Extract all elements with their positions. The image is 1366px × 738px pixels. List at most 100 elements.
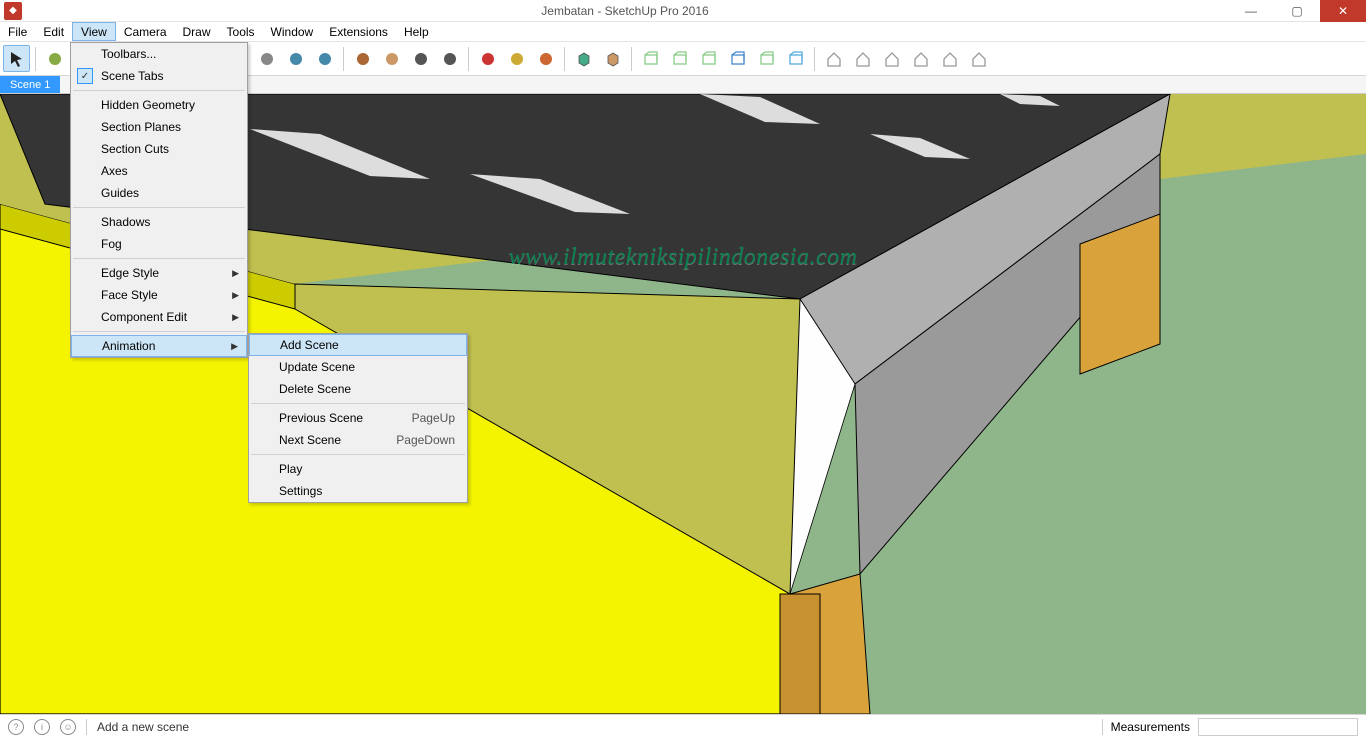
close-button[interactable]: ✕	[1320, 0, 1366, 22]
tool-house-1[interactable]	[820, 45, 847, 72]
toolbar-separator	[35, 47, 36, 71]
tool-zoom-extents[interactable]	[436, 45, 463, 72]
tool-warehouse-2[interactable]	[503, 45, 530, 72]
tool-text[interactable]	[282, 45, 309, 72]
status-separator	[86, 719, 87, 735]
view-menu-fog[interactable]: Fog	[71, 233, 247, 255]
view-menu-edge-style[interactable]: Edge Style▶	[71, 262, 247, 284]
view-menu-toolbars-[interactable]: Toolbars...	[71, 43, 247, 65]
app-icon: ◆	[4, 2, 22, 20]
submenu-arrow-icon: ▶	[232, 268, 239, 279]
dimension-icon	[316, 50, 334, 68]
tool-zoom[interactable]	[407, 45, 434, 72]
warehouse-2-icon	[508, 50, 526, 68]
animation-menu-previous-scene[interactable]: Previous ScenePageUp	[249, 407, 467, 429]
menu-extensions[interactable]: Extensions	[321, 22, 396, 41]
view-menu-hidden-geometry[interactable]: Hidden Geometry	[71, 94, 247, 116]
animation-menu-delete-scene[interactable]: Delete Scene	[249, 378, 467, 400]
animation-menu-next-scene[interactable]: Next ScenePageDown	[249, 429, 467, 451]
tool-offset[interactable]	[378, 45, 405, 72]
tool-dimension[interactable]	[311, 45, 338, 72]
animation-menu-play[interactable]: Play	[249, 458, 467, 480]
tool-protractor[interactable]	[253, 45, 280, 72]
tool-house-2[interactable]	[849, 45, 876, 72]
tool-house-3[interactable]	[878, 45, 905, 72]
view-menu-scene-tabs[interactable]: Scene Tabs✓	[71, 65, 247, 87]
menu-edit[interactable]: Edit	[35, 22, 72, 41]
menu-item-label: Play	[279, 462, 302, 476]
menu-separator	[251, 454, 465, 455]
menu-tools[interactable]: Tools	[219, 22, 263, 41]
tool-warehouse-1[interactable]	[474, 45, 501, 72]
view-menu-animation[interactable]: Animation▶	[71, 335, 247, 357]
window-title: Jembatan - SketchUp Pro 2016	[22, 4, 1228, 18]
house-1-icon	[825, 50, 843, 68]
house-3-icon	[883, 50, 901, 68]
menu-window[interactable]: Window	[263, 22, 322, 41]
credits-icon[interactable]: i	[34, 719, 50, 735]
tool-view-back[interactable]	[753, 45, 780, 72]
statusbar: ? i ☺ Add a new scene Measurements	[0, 714, 1366, 738]
menu-shortcut: PageUp	[412, 411, 455, 425]
tool-select[interactable]	[3, 45, 30, 72]
view-menu-shadows[interactable]: Shadows	[71, 211, 247, 233]
tool-view-left[interactable]	[782, 45, 809, 72]
status-hint: Add a new scene	[97, 720, 189, 734]
menu-help[interactable]: Help	[396, 22, 437, 41]
measurements-input[interactable]	[1198, 718, 1358, 736]
submenu-arrow-icon: ▶	[232, 312, 239, 323]
submenu-arrow-icon: ▶	[232, 290, 239, 301]
submenu-arrow-icon: ▶	[231, 341, 238, 352]
geo-icon[interactable]: ?	[8, 719, 24, 735]
face-style-2-icon	[604, 50, 622, 68]
view-left-icon	[787, 50, 805, 68]
warehouse-1-icon	[479, 50, 497, 68]
menu-draw[interactable]: Draw	[175, 22, 219, 41]
text-icon	[287, 50, 305, 68]
tool-house-6[interactable]	[965, 45, 992, 72]
view-menu-section-cuts[interactable]: Section Cuts	[71, 138, 247, 160]
protractor-icon	[258, 50, 276, 68]
minimize-button[interactable]: —	[1228, 0, 1274, 22]
view-menu-face-style[interactable]: Face Style▶	[71, 284, 247, 306]
menu-item-label: Update Scene	[279, 360, 355, 374]
animation-submenu: Add Scene Update Scene Delete Scene Previou…	[248, 333, 468, 503]
house-6-icon	[970, 50, 988, 68]
menu-separator	[73, 207, 245, 208]
menu-separator	[73, 258, 245, 259]
animation-menu-settings[interactable]: Settings	[249, 480, 467, 502]
maximize-button[interactable]: ▢	[1274, 0, 1320, 22]
zoom-icon	[412, 50, 430, 68]
view-menu-guides[interactable]: Guides	[71, 182, 247, 204]
tool-view-iso[interactable]	[637, 45, 664, 72]
tool-view-front[interactable]	[695, 45, 722, 72]
tool-push-pull[interactable]	[349, 45, 376, 72]
tool-view-top[interactable]	[666, 45, 693, 72]
scene-tab-1[interactable]: Scene 1	[0, 76, 60, 93]
menu-file[interactable]: File	[0, 22, 35, 41]
titlebar: ◆ Jembatan - SketchUp Pro 2016 — ▢ ✕	[0, 0, 1366, 22]
menu-camera[interactable]: Camera	[116, 22, 175, 41]
menu-view[interactable]: View	[72, 22, 116, 41]
tool-house-4[interactable]	[907, 45, 934, 72]
select-icon	[8, 50, 26, 68]
watermark-text: www.ilmutekniksipilindonesia.com	[509, 244, 858, 271]
view-menu-component-edit[interactable]: Component Edit▶	[71, 306, 247, 328]
tool-paint-bucket[interactable]	[41, 45, 68, 72]
view-right-icon	[729, 50, 747, 68]
toolbar-separator	[343, 47, 344, 71]
view-front-icon	[700, 50, 718, 68]
tool-view-right[interactable]	[724, 45, 751, 72]
menu-item-label: Add Scene	[280, 338, 339, 352]
tool-house-5[interactable]	[936, 45, 963, 72]
view-menu-axes[interactable]: Axes	[71, 160, 247, 182]
house-4-icon	[912, 50, 930, 68]
animation-menu-add-scene[interactable]: Add Scene	[249, 334, 467, 356]
tool-warehouse-3[interactable]	[532, 45, 559, 72]
view-menu-section-planes[interactable]: Section Planes	[71, 116, 247, 138]
tool-face-style-2[interactable]	[599, 45, 626, 72]
offset-icon	[383, 50, 401, 68]
animation-menu-update-scene[interactable]: Update Scene	[249, 356, 467, 378]
tool-face-style-1[interactable]	[570, 45, 597, 72]
user-icon[interactable]: ☺	[60, 719, 76, 735]
